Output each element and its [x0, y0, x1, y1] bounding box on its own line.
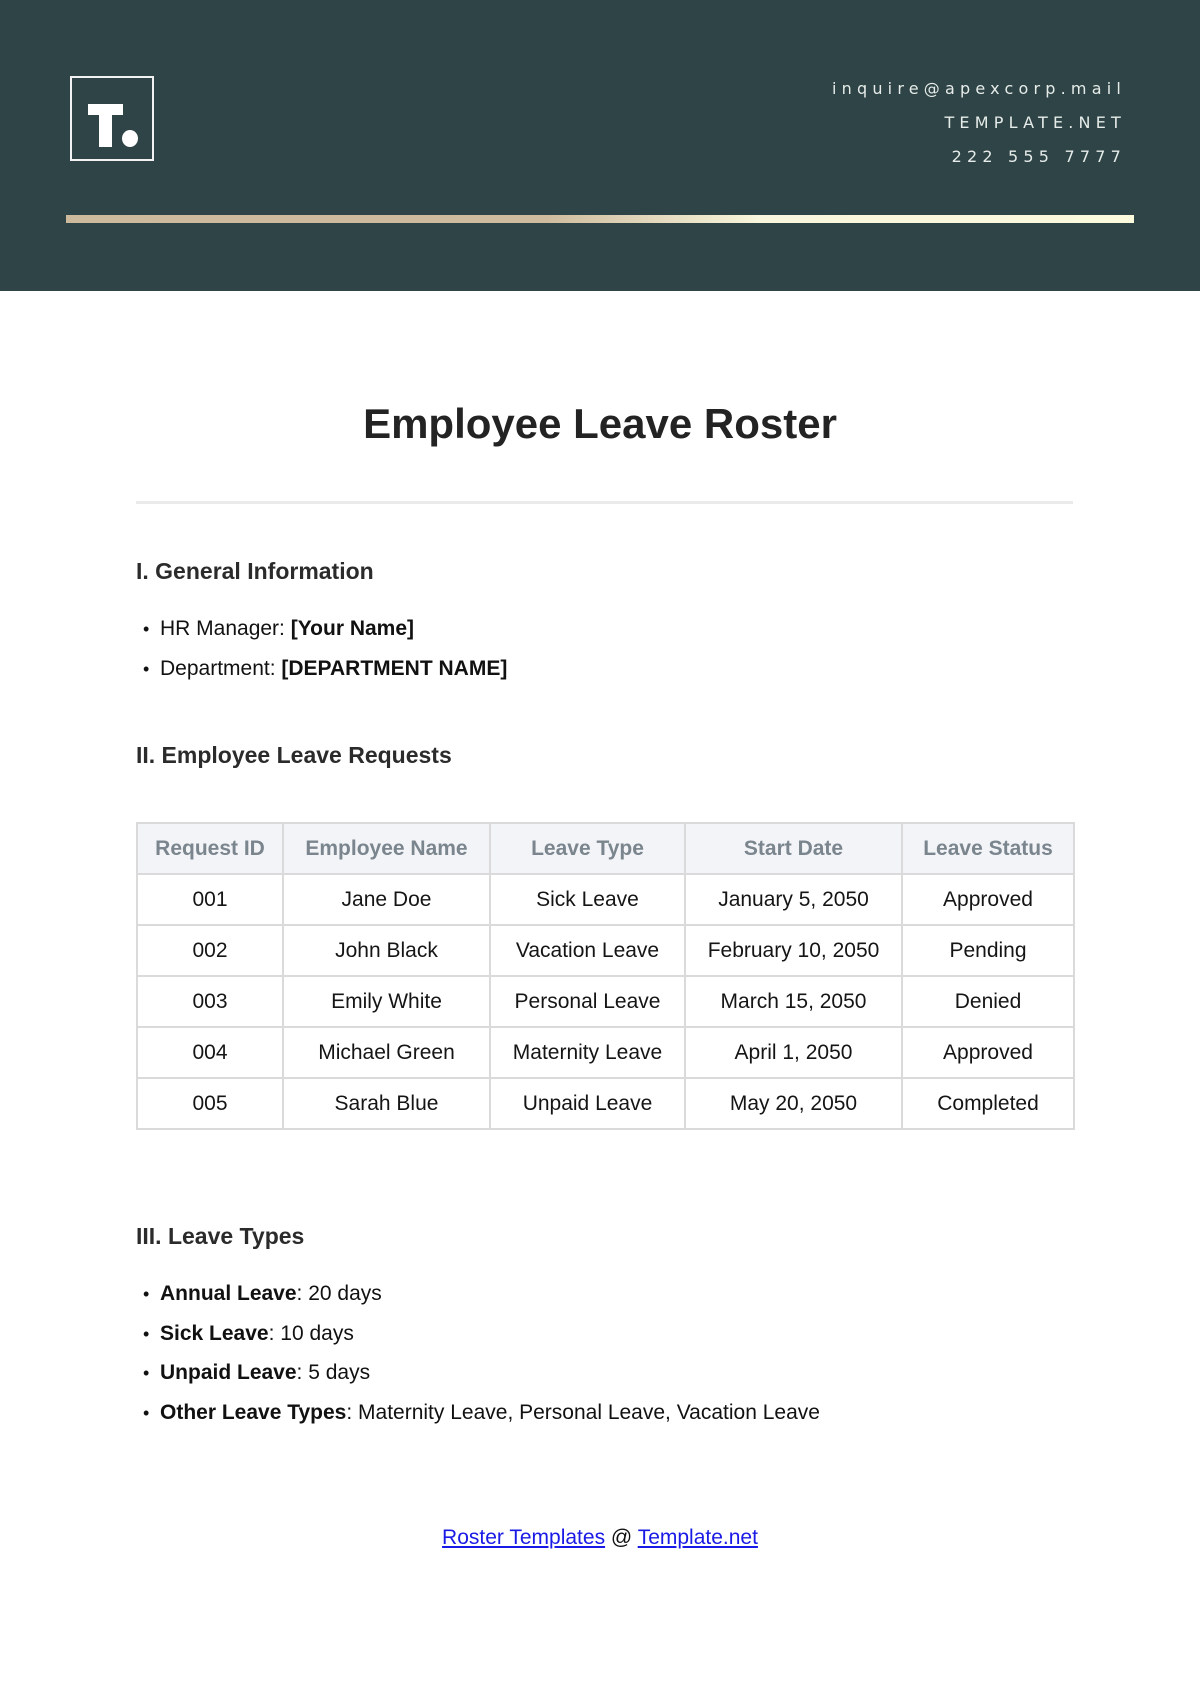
roster-templates-link[interactable]: Roster Templates [442, 1526, 605, 1549]
table-cell: Vacation Leave [489, 924, 686, 977]
item-label: Annual Leave [160, 1282, 297, 1305]
table-header-row: Request ID Employee Name Leave Type Star… [136, 822, 1075, 875]
column-header: Leave Type [489, 822, 686, 875]
footer: Roster Templates @ Template.net [0, 1526, 1200, 1550]
table-cell: Jane Doe [282, 873, 491, 926]
table-cell: 003 [136, 975, 284, 1028]
column-header: Leave Status [901, 822, 1075, 875]
item-label: Other Leave Types [160, 1400, 347, 1424]
leave-types-list: Annual Leave: 20 days Sick Leave: 10 day… [143, 1274, 820, 1432]
section-heading-types: III. Leave Types [136, 1223, 305, 1249]
item-value: [DEPARTMENT NAME] [281, 656, 508, 680]
list-item: Other Leave Types: Maternity Leave, Pers… [143, 1393, 820, 1433]
section-heading-requests: II. Employee Leave Requests [136, 742, 452, 768]
contact-website: TEMPLATE.NET [944, 113, 1126, 132]
item-label: HR Manager: [160, 617, 291, 640]
document-title: Employee Leave Roster [363, 400, 837, 447]
table-cell: Completed [901, 1077, 1075, 1130]
table-row: 001 Jane Doe Sick Leave January 5, 2050 Appr… [136, 873, 1075, 926]
table-cell: Personal Leave [489, 975, 686, 1028]
table-row: 004 Michael Green Maternity Leave April 1, … [136, 1026, 1075, 1079]
item-value: : 5 days [296, 1361, 371, 1384]
title-divider [136, 501, 1073, 504]
contact-email: inquire@apexcorp.mail [832, 79, 1126, 98]
table-cell: Denied [901, 975, 1075, 1028]
table-cell: May 20, 2050 [684, 1077, 903, 1130]
table-cell: John Black [282, 924, 491, 977]
table-cell: 004 [136, 1026, 284, 1079]
template-logo-icon [70, 76, 154, 161]
table-cell: March 15, 2050 [684, 975, 903, 1028]
list-item: Sick Leave: 10 days [143, 1314, 820, 1354]
item-value: : 20 days [296, 1282, 382, 1305]
table-cell: 005 [136, 1077, 284, 1130]
list-item: Annual Leave: 20 days [143, 1274, 820, 1314]
item-value: [Your Name] [290, 617, 415, 640]
column-header: Employee Name [282, 822, 491, 875]
column-header: Start Date [684, 822, 903, 875]
table-row: 003 Emily White Personal Leave March 15, 20… [136, 975, 1075, 1028]
item-label: Department: [160, 656, 282, 680]
item-value: : 10 days [268, 1321, 354, 1345]
leave-requests-table: Request ID Employee Name Leave Type Star… [136, 822, 1075, 1130]
item-label: Unpaid Leave [160, 1361, 297, 1384]
table-cell: Michael Green [282, 1026, 491, 1079]
table-row: 002 John Black Vacation Leave February 10, … [136, 924, 1075, 977]
table-cell: Approved [901, 1026, 1075, 1079]
table-cell: Emily White [282, 975, 491, 1028]
template-net-link[interactable]: Template.net [638, 1526, 758, 1549]
table-cell: Unpaid Leave [489, 1077, 686, 1130]
page-header: inquire@apexcorp.mail TEMPLATE.NET 222 5… [0, 0, 1200, 291]
general-info-list: HR Manager: [Your Name] Department: [DEP… [143, 609, 507, 688]
table-cell: January 5, 2050 [684, 873, 903, 926]
table-cell: Pending [901, 924, 1075, 977]
item-value: : Maternity Leave, Personal Leave, Vacat… [346, 1400, 820, 1424]
header-accent-line [66, 215, 1134, 223]
table-cell: Maternity Leave [489, 1026, 686, 1079]
item-label: Sick Leave [160, 1321, 269, 1345]
list-item: HR Manager: [Your Name] [143, 609, 507, 649]
list-item: Department: [DEPARTMENT NAME] [143, 649, 507, 689]
contact-phone: 222 555 7777 [951, 147, 1126, 166]
table-row: 005 Sarah Blue Unpaid Leave May 20, 2050 Com… [136, 1077, 1075, 1130]
table-cell: February 10, 2050 [684, 924, 903, 977]
table-cell: 002 [136, 924, 284, 977]
list-item: Unpaid Leave: 5 days [143, 1353, 820, 1393]
table-cell: April 1, 2050 [684, 1026, 903, 1079]
table-cell: Sarah Blue [282, 1077, 491, 1130]
footer-separator: @ [605, 1526, 638, 1549]
table-cell: 001 [136, 873, 284, 926]
column-header: Request ID [136, 822, 284, 875]
table-cell: Approved [901, 873, 1075, 926]
table-cell: Sick Leave [489, 873, 686, 926]
section-heading-general: I. General Information [136, 558, 374, 584]
contact-info: inquire@apexcorp.mail TEMPLATE.NET 222 5… [832, 72, 1121, 174]
